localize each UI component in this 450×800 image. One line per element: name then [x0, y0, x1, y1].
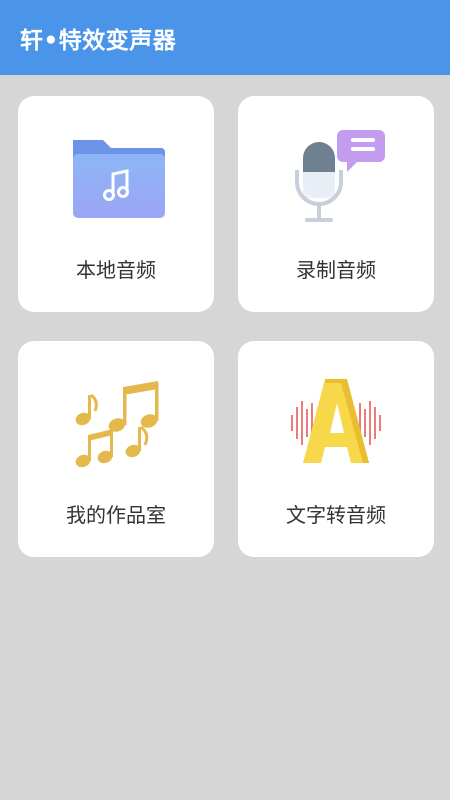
- text-to-audio-card[interactable]: 文字转音频: [238, 341, 434, 557]
- app-title: 轩•特效变声器: [20, 27, 177, 54]
- my-works-card[interactable]: 我的作品室: [18, 341, 214, 557]
- music-folder-icon: [73, 140, 165, 218]
- local-audio-card[interactable]: 本地音频: [18, 96, 214, 312]
- letter-a-soundwave-icon: [291, 379, 381, 463]
- music-notes-icon: [75, 381, 159, 468]
- local-audio-label: 本地音频: [76, 258, 156, 282]
- app-bar: 轩•特效变声器: [0, 0, 450, 75]
- microphone-icon: [295, 130, 385, 222]
- record-audio-label: 录制音频: [296, 258, 376, 282]
- record-audio-card[interactable]: 录制音频: [238, 96, 434, 312]
- my-works-label: 我的作品室: [66, 503, 166, 527]
- text-to-audio-label: 文字转音频: [286, 503, 386, 527]
